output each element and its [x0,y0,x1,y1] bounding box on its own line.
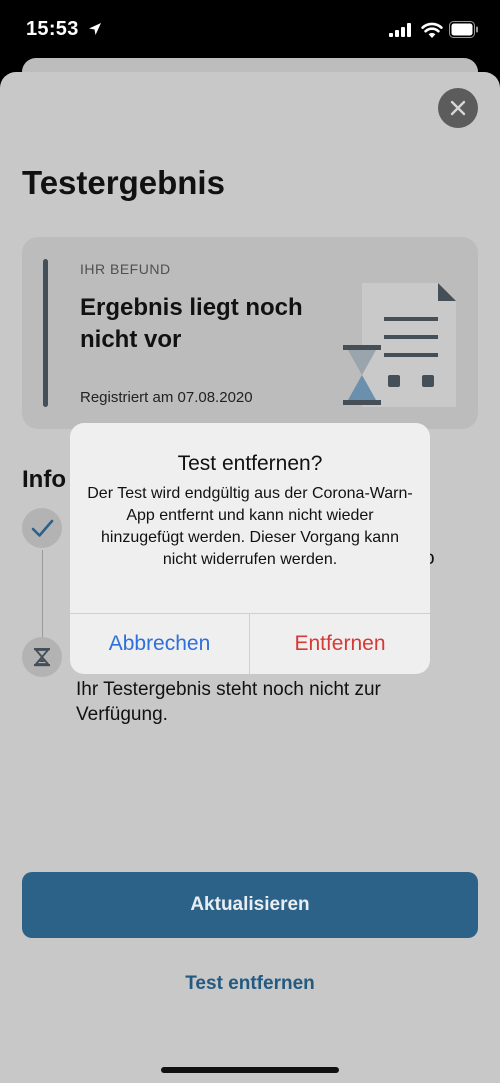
page-title: Testergebnis [22,164,225,201]
result-card: IHR BEFUND Ergebnis liegt noch nicht vor… [22,237,478,429]
alert-title: Test entfernen? [177,452,323,475]
wifi-icon [421,22,443,38]
checkmark-icon [31,519,54,537]
remove-test-alert: Test entfernen? Der Test wird endgültig … [70,423,430,674]
refresh-button[interactable]: Aktualisieren [22,872,478,938]
info-heading: Info [22,466,66,493]
result-card-accent-bar [43,259,48,407]
alert-remove-button[interactable]: Entfernen [250,614,430,674]
step-connector [42,550,43,640]
battery-icon [449,21,478,38]
status-bar: 15:53 [0,0,500,60]
step-done-indicator [22,508,62,548]
step-2-text: Ihr Testergebnis steht noch nicht zur Ve… [76,679,381,725]
home-indicator[interactable] [161,1067,339,1073]
step-pending-indicator [22,637,62,677]
close-icon [450,100,466,116]
registration-date: Registriert am 07.08.2020 [80,389,253,406]
document-hourglass-illustration [343,283,456,407]
remove-test-link[interactable]: Test entfernen [0,968,500,1000]
close-button[interactable] [438,88,478,128]
result-label: IHR BEFUND [80,261,171,277]
status-time: 15:53 [26,18,79,40]
alert-cancel-button[interactable]: Abbrechen [70,614,249,674]
location-arrow-icon [89,23,101,35]
result-status: Ergebnis liegt noch nicht vor [80,294,303,353]
alert-message: Der Test wird endgültig aus der Corona-W… [87,485,413,568]
hourglass-icon [34,648,50,667]
cellular-signal-icon [389,23,411,37]
